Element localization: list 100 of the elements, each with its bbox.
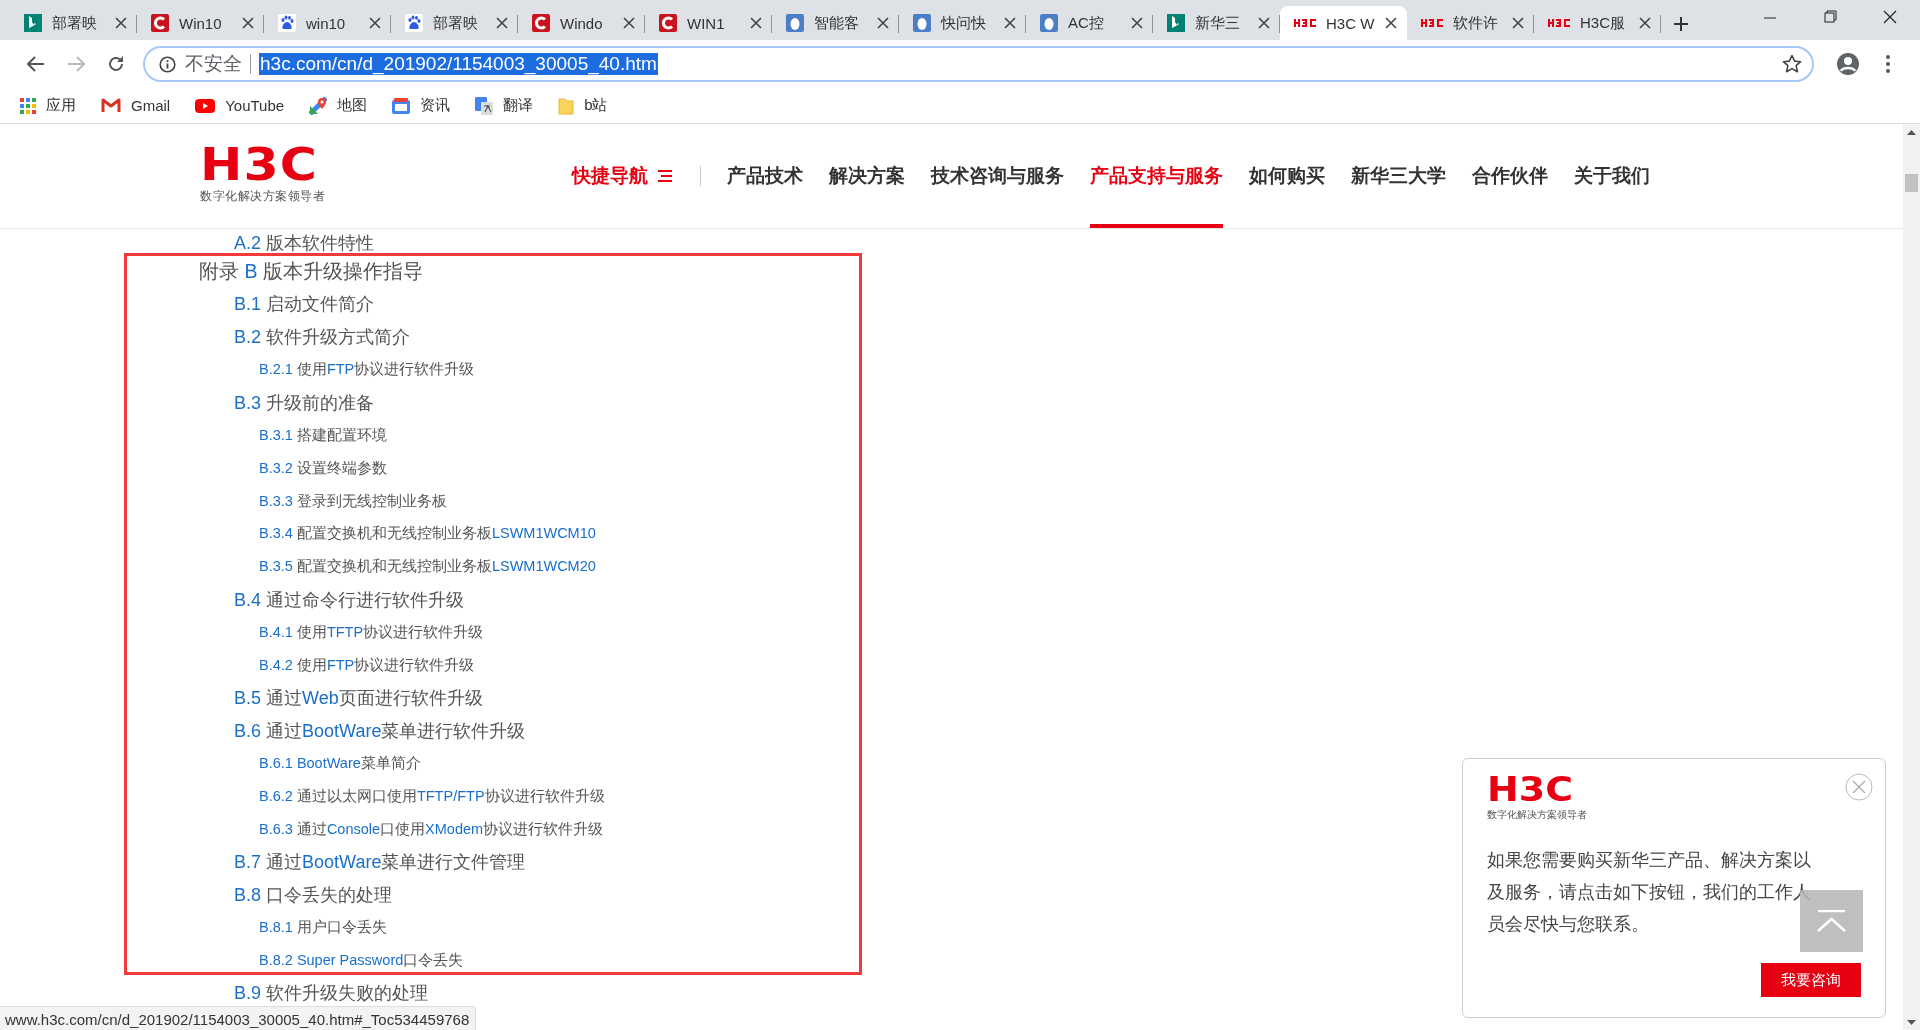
logo-tagline: 数字化解决方案领导者	[200, 188, 325, 204]
bookmark-item[interactable]: Gmail	[101, 97, 171, 114]
site-logo[interactable]: H3C	[200, 144, 344, 185]
menu-icon[interactable]	[658, 170, 672, 182]
toc-link[interactable]: B.3.3 登录到无线控制业务板	[259, 491, 447, 511]
toc-link[interactable]: B.1 启动文件简介	[234, 292, 375, 317]
toc-link[interactable]: B.6.2 通过以太网口使用TFTP/FTP协议进行软件升级	[259, 786, 605, 806]
nav-link[interactable]: 如何购买	[1249, 124, 1325, 228]
popup-message: 如果您需要购买新华三产品、解决方案以及服务，请点击如下按钮，我们的工作人员会尽快与您联系。	[1487, 849, 1812, 936]
browser-tab[interactable]: 智能客	[772, 6, 899, 40]
status-url: www.h3c.com/cn/d_201902/1154003_30005_40.htm#_Toc534459768	[0, 1006, 477, 1030]
toc-link[interactable]: B.2 软件升级方式简介	[234, 325, 411, 350]
toc-link[interactable]: B.9 软件升级失败的处理	[234, 981, 429, 1006]
scroll-down-icon[interactable]	[1907, 1020, 1916, 1026]
toc-link[interactable]: B.3.1 搭建配置环境	[259, 426, 387, 446]
browser-tab[interactable]: WIN1	[645, 6, 772, 40]
bookmark-item[interactable]: 资讯	[392, 96, 451, 115]
close-icon[interactable]	[1385, 17, 1397, 29]
browser-tab[interactable]: win10	[264, 6, 391, 40]
close-icon[interactable]	[115, 17, 127, 29]
toc-link[interactable]: B.6.1 BootWare菜单简介	[259, 754, 421, 774]
close-icon[interactable]	[242, 17, 254, 29]
close-icon[interactable]	[750, 17, 762, 29]
c-logo-icon	[151, 14, 169, 32]
logo-icon	[1294, 18, 1316, 28]
bookmark-item[interactable]: 地图	[309, 96, 368, 115]
plus-icon[interactable]	[1673, 16, 1689, 32]
paw-icon	[278, 14, 296, 32]
logo-icon	[1548, 18, 1570, 28]
paw-icon	[405, 14, 423, 32]
b-logo-icon	[1167, 14, 1185, 32]
browser-tab[interactable]: 软件许	[1407, 6, 1534, 40]
back-arrow-icon[interactable]	[27, 56, 45, 72]
nav-link[interactable]: 快捷导航	[572, 124, 672, 228]
toc-link[interactable]: B.6.3 通过Console口使用XModem协议进行软件升级	[259, 819, 604, 839]
bookmark-item[interactable]: b站	[558, 96, 608, 115]
browser-tab[interactable]: 快问快	[899, 6, 1026, 40]
profile-icon[interactable]	[1836, 52, 1860, 76]
toc-link[interactable]: B.4.1 使用TFTP协议进行软件升级	[259, 622, 484, 642]
nav-link[interactable]: 解决方案	[829, 124, 905, 228]
close-icon[interactable]	[1131, 17, 1143, 29]
close-icon[interactable]	[1004, 17, 1016, 29]
close-icon[interactable]	[623, 17, 635, 29]
toc-link[interactable]: B.3 升级前的准备	[234, 390, 375, 415]
close-icon[interactable]	[1258, 17, 1270, 29]
close-icon[interactable]	[496, 17, 508, 29]
bookmark-item[interactable]: 翻译	[475, 96, 534, 115]
bookmark-item[interactable]: YouTube	[195, 97, 285, 114]
menu-icon[interactable]	[1885, 54, 1891, 74]
toc-link[interactable]: B.5 通过Web页面进行软件升级	[234, 685, 483, 710]
nav-link[interactable]: 产品支持与服务	[1090, 124, 1223, 228]
browser-tab[interactable]: 新华三	[1153, 6, 1280, 40]
close-icon[interactable]	[1512, 17, 1524, 29]
toc-link[interactable]: B.8 口令丢失的处理	[234, 882, 393, 907]
toc-link[interactable]: B.7 通过BootWare菜单进行文件管理	[234, 849, 526, 874]
toc-link[interactable]: B.8.1 用户口令丢失	[259, 918, 387, 938]
play-icon	[195, 98, 216, 113]
popup-logo: H3C	[1487, 775, 1575, 805]
egg-icon	[786, 14, 804, 32]
browser-tab[interactable]: 部署映	[10, 6, 137, 40]
reload-icon[interactable]	[107, 55, 125, 73]
nav-link[interactable]: 新华三大学	[1351, 124, 1446, 228]
star-icon[interactable]	[1782, 54, 1802, 74]
consult-button[interactable]: 我要咨询	[1761, 963, 1861, 997]
b-logo-icon	[24, 14, 42, 32]
scrollbar[interactable]	[1903, 124, 1920, 1030]
toc-link[interactable]: B.3.2 设置终端参数	[259, 458, 387, 478]
scroll-up-icon[interactable]	[1907, 129, 1916, 135]
envelope-icon	[101, 98, 121, 113]
nav-link[interactable]: 关于我们	[1574, 124, 1650, 228]
toc-link[interactable]: B.8.2 Super Password口令丢失	[259, 950, 464, 970]
browser-tab[interactable]: H3C服	[1534, 6, 1661, 40]
apps-grid-icon	[20, 97, 36, 114]
close-icon[interactable]	[1639, 17, 1651, 29]
toc-link[interactable]: B.3.4 配置交换机和无线控制业务板LSWM1WCM10	[259, 524, 596, 544]
toc-link[interactable]: A.2 版本软件特性	[234, 231, 375, 255]
bookmark-item[interactable]: 应用	[20, 96, 76, 115]
browser-tab[interactable]: Windo	[518, 6, 645, 40]
nav-link[interactable]: 合作伙伴	[1472, 124, 1548, 228]
nav-link[interactable]: 技术咨询与服务	[931, 124, 1064, 228]
browser-tab[interactable]: AC控	[1026, 6, 1153, 40]
toc-link[interactable]: B.6 通过BootWare菜单进行软件升级	[234, 718, 526, 743]
info-icon[interactable]	[159, 55, 176, 73]
nav-link[interactable]: 产品技术	[727, 124, 803, 228]
egg-icon	[913, 14, 931, 32]
toc-link[interactable]: B.4.2 使用FTP协议进行软件升级	[259, 655, 475, 675]
egg-icon	[1040, 14, 1058, 32]
close-icon[interactable]	[877, 17, 889, 29]
c-logo-icon	[532, 14, 550, 32]
address-field[interactable]: 不安全 h3c.com/cn/d_201902/1154003_30005_40.htm	[143, 46, 1814, 82]
browser-tab[interactable]: 部署映	[391, 6, 518, 40]
toc-link[interactable]: 附录 B 版本升级操作指导	[199, 258, 423, 285]
browser-tab[interactable]: H3C W	[1280, 6, 1407, 40]
toc-link[interactable]: B.2.1 使用FTP协议进行软件升级	[259, 360, 475, 380]
c-logo-icon	[659, 14, 677, 32]
toc-link[interactable]: B.3.5 配置交换机和无线控制业务板LSWM1WCM20	[259, 557, 596, 577]
toc-link[interactable]: B.4 通过命令行进行软件升级	[234, 587, 465, 612]
close-icon[interactable]	[369, 17, 381, 29]
browser-tab[interactable]: Win10	[137, 6, 264, 40]
scrollbar-thumb[interactable]	[1905, 174, 1918, 192]
